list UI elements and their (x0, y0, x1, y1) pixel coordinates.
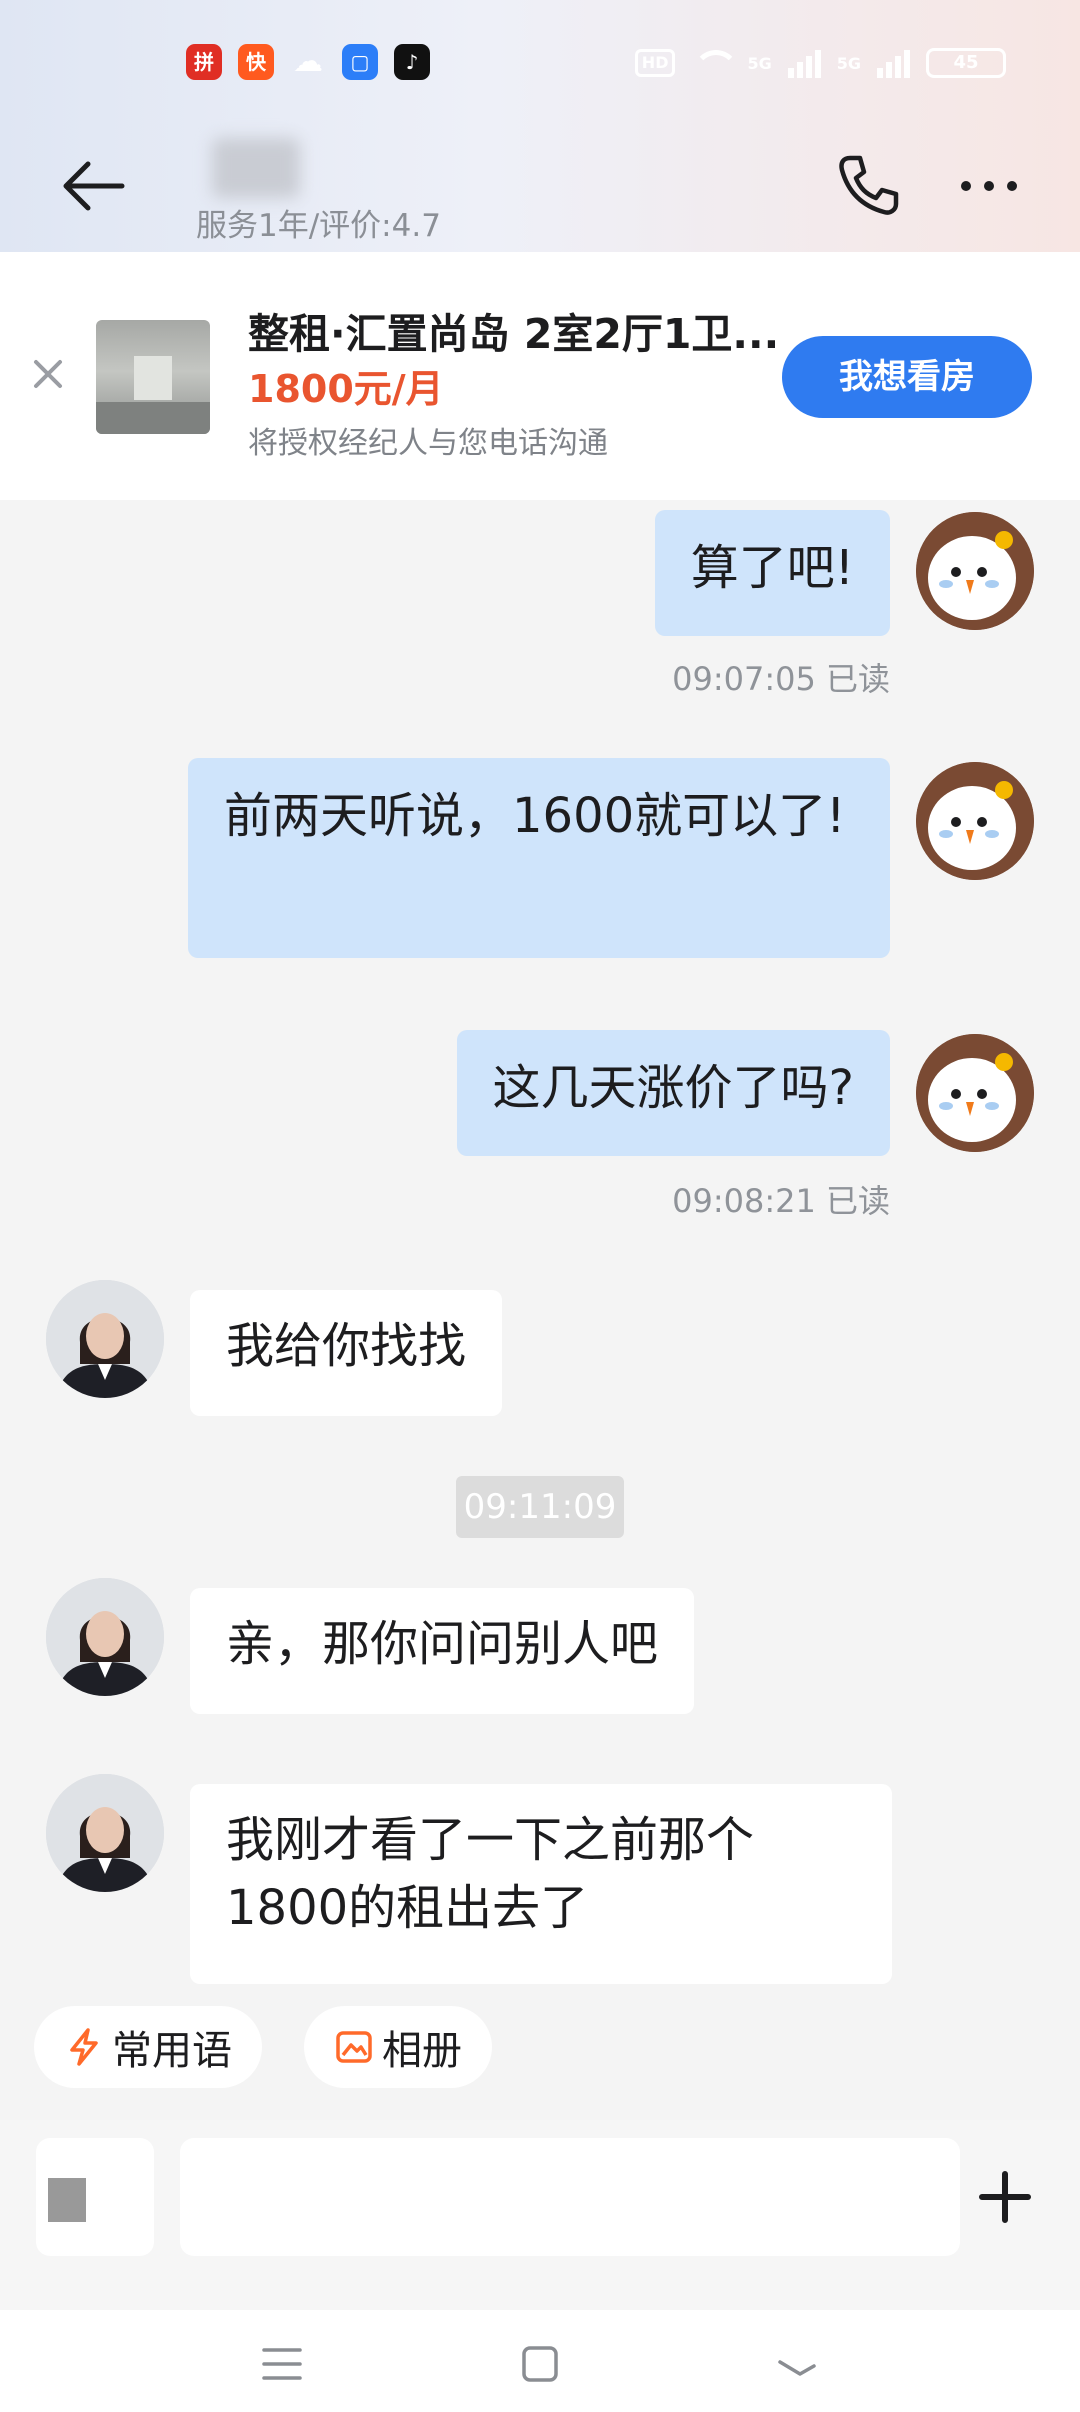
back-chevron-icon (778, 2360, 816, 2376)
message-bubble-agent[interactable]: 我给你找找 (190, 1290, 503, 1416)
back-button[interactable] (58, 150, 128, 220)
kuaishou-icon: 快 (238, 44, 274, 80)
common-phrases-button[interactable]: 常用语 (34, 2006, 262, 2088)
wifi-icon (691, 48, 740, 78)
pinduoduo-icon: 拼 (186, 44, 222, 80)
bird-avatar-icon (916, 512, 1034, 630)
network-label-2: 5G (836, 53, 861, 73)
battery-icon: 45 (926, 48, 1006, 78)
input-bar (0, 2120, 1080, 2310)
call-button[interactable] (832, 150, 902, 220)
back-arrow-icon (63, 161, 125, 211)
wechat-icon: ☁ (293, 44, 323, 79)
home-square-icon (522, 2346, 558, 2382)
my-avatar[interactable] (916, 1034, 1034, 1152)
listing-thumbnail[interactable] (96, 320, 210, 434)
album-label: 相册 (382, 2028, 462, 2074)
signal-icon (787, 48, 821, 78)
phone-icon (839, 155, 899, 215)
blue-app-icon: ▢ (342, 44, 378, 80)
read-receipt: 09:08:21 已读 (672, 1182, 890, 1220)
more-button[interactable] (954, 150, 1024, 220)
my-avatar[interactable] (916, 762, 1034, 880)
read-receipt: 09:07:05 已读 (672, 660, 890, 698)
menu-icon (262, 2348, 302, 2380)
bird-avatar-icon (916, 1034, 1034, 1152)
bird-avatar-icon (916, 762, 1034, 880)
plus-icon (979, 2171, 1031, 2223)
agent-avatar[interactable] (46, 1774, 164, 1892)
message-bubble-mine[interactable]: 算了吧! (654, 510, 890, 636)
message-bubble-agent[interactable]: 我刚才看了一下之前那个1800的租出去了 (190, 1784, 892, 1984)
close-listing-button[interactable] (30, 356, 66, 392)
agent-name: ■■ (212, 138, 300, 198)
tiktok-icon: ♪ (394, 44, 430, 80)
agent-photo-icon (46, 1774, 164, 1892)
photo-album-icon (336, 2031, 372, 2063)
album-button[interactable]: 相册 (304, 2006, 492, 2088)
message-input[interactable] (180, 2138, 960, 2256)
request-viewing-button[interactable]: 我想看房 (782, 336, 1032, 418)
message-bubble-agent[interactable]: 亲，那你问问别人吧 (190, 1588, 695, 1714)
listing-card[interactable]: 整租·汇置尚岛 2室2厅1卫... 1800元/月 将授权经纪人与您电话沟通 我… (0, 252, 1080, 500)
back-nav-button[interactable] (766, 2332, 830, 2396)
signal-icon-2 (877, 48, 910, 78)
menu-nav-button[interactable] (250, 2332, 314, 2396)
agent-avatar[interactable] (46, 1578, 164, 1696)
more-dots-icon (961, 181, 1017, 191)
listing-price: 1800元/月 (248, 367, 444, 411)
more-actions-button[interactable] (960, 2138, 1050, 2256)
common-phrases-label: 常用语 (112, 2028, 232, 2074)
system-nav-bar (0, 2310, 1080, 2412)
voice-input-button[interactable] (36, 2138, 154, 2256)
lightning-icon (70, 2028, 98, 2066)
status-indicators: HD 5G 5G 45 (634, 46, 1006, 80)
message-bubble-mine[interactable]: 前两天听说，1600就可以了! (188, 758, 890, 958)
agent-photo-icon (46, 1578, 164, 1696)
status-bar: 拼 快 ☁ ▢ ♪ HD 5G 5G 45 (0, 38, 1080, 88)
timestamp-chip: 09:11:09 (456, 1476, 624, 1538)
listing-title: 整租·汇置尚岛 2室2厅1卫... (248, 310, 780, 358)
agent-avatar[interactable] (46, 1280, 164, 1398)
listing-note: 将授权经纪人与您电话沟通 (248, 426, 608, 461)
hd-badge: HD (634, 49, 676, 77)
message-bubble-mine[interactable]: 这几天涨价了吗? (456, 1030, 890, 1156)
agent-photo-icon (46, 1280, 164, 1398)
my-avatar[interactable] (916, 512, 1034, 630)
home-nav-button[interactable] (508, 2332, 572, 2396)
close-icon (34, 360, 62, 388)
agent-subtitle: 服务1年/评价:4.7 (196, 208, 441, 244)
network-label-1: 5G (747, 53, 772, 73)
